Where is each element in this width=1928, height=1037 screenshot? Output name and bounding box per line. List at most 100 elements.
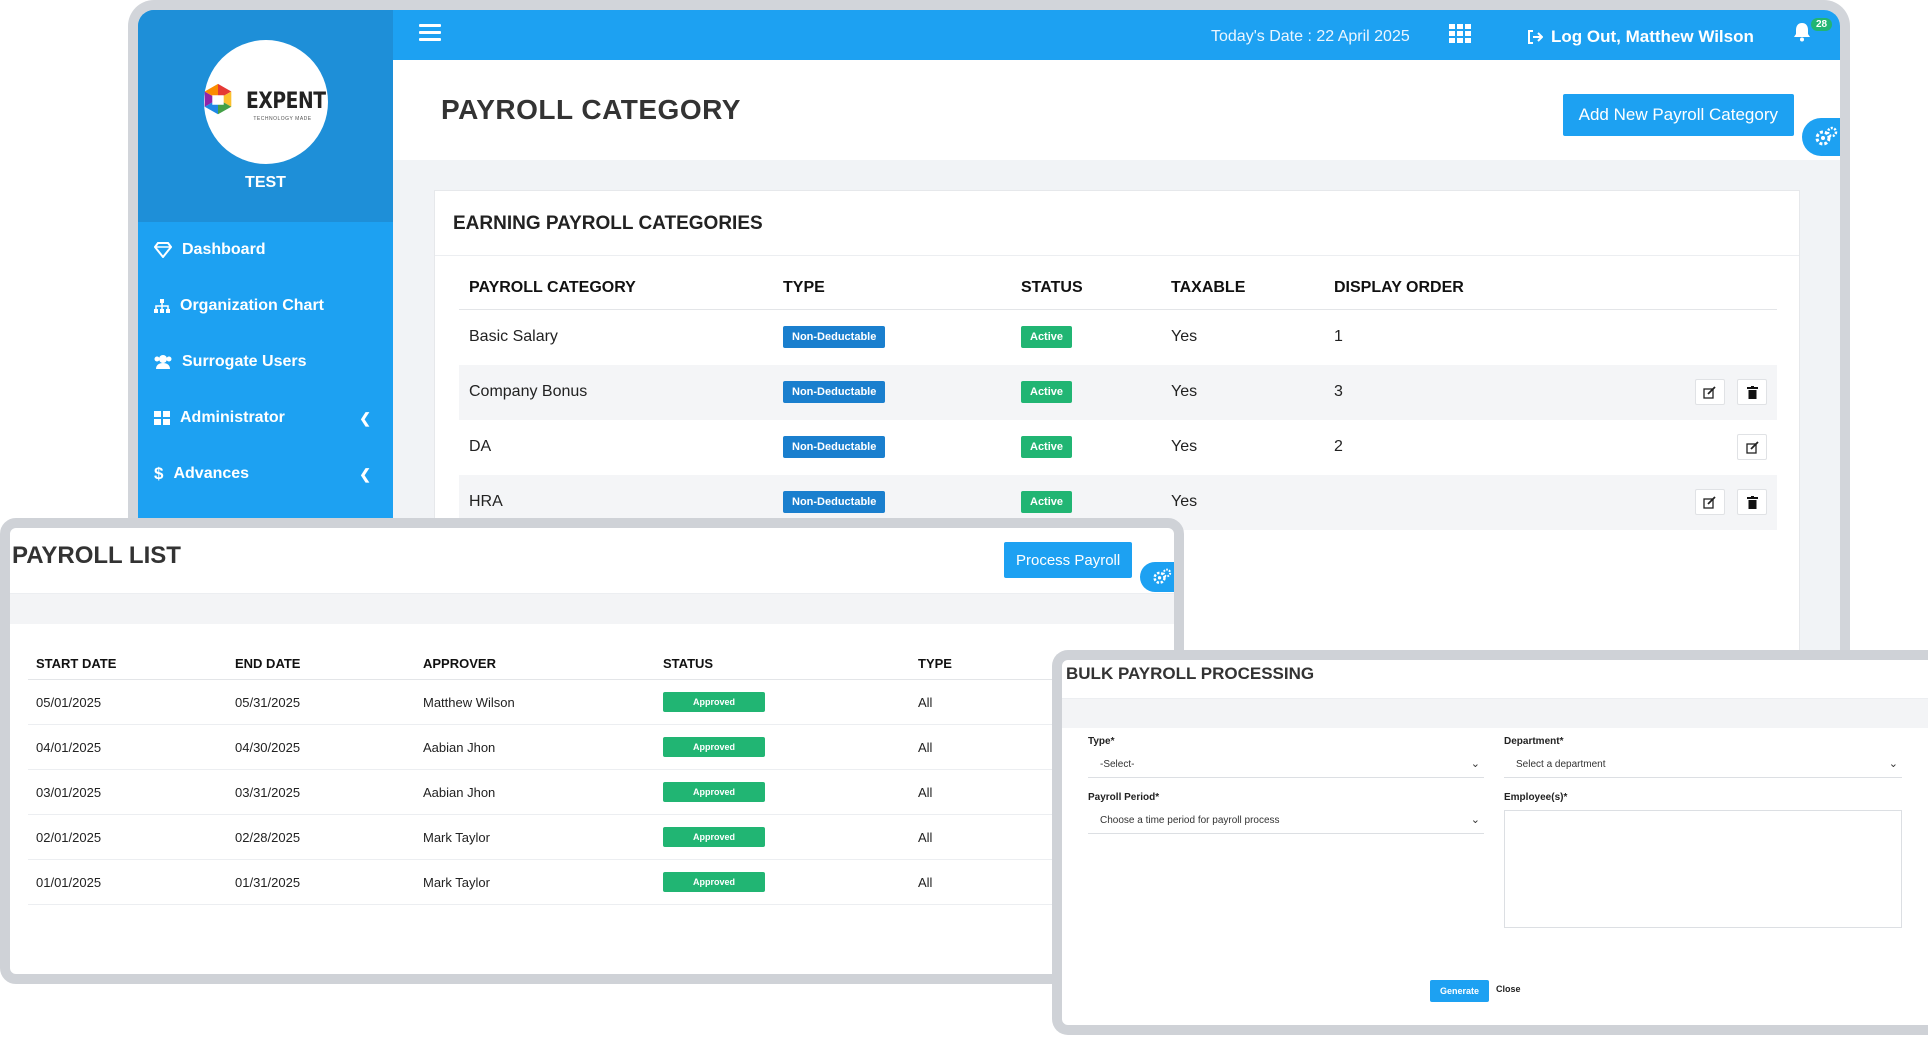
row-actions (1524, 310, 1777, 365)
status-badge: Approved (663, 782, 765, 802)
column-header[interactable]: APPROVER (415, 656, 655, 680)
settings-fab[interactable] (1802, 118, 1840, 156)
sidebar-item-label: Administrator (180, 409, 285, 426)
type-select[interactable]: -Select- ⌄ (1088, 752, 1484, 778)
approver: Mark Taylor (415, 859, 655, 905)
top-bar: Today's Date : 22 April 2025 Log Out, Ma… (393, 10, 1840, 60)
edit-button[interactable] (1694, 379, 1725, 405)
end-date: 03/31/2025 (227, 769, 415, 815)
sidebar-item-dashboard[interactable]: Dashboard (138, 222, 393, 278)
column-header[interactable]: DISPLAY ORDER (1324, 279, 1524, 310)
type-badge: Non-Deductable (783, 381, 886, 403)
delete-button[interactable] (1737, 489, 1767, 515)
status-badge: Active (1021, 436, 1073, 458)
sign-out-icon (1528, 30, 1543, 44)
chevron-left-icon: ❮ (359, 409, 371, 426)
actions-header (1524, 279, 1777, 310)
display-order: 2 (1334, 438, 1343, 455)
column-header[interactable]: END DATE (227, 656, 415, 680)
employees-field[interactable] (1504, 810, 1902, 928)
generate-button[interactable]: Generate (1430, 980, 1490, 1002)
payroll-list-window: PAYROLL LIST Process Payroll START DATE … (0, 518, 1184, 984)
toolbar-band (1062, 698, 1928, 728)
table-row[interactable]: 04/01/2025 04/30/2025 Aabian Jhon Approv… (28, 724, 1068, 770)
end-date: 02/28/2025 (227, 814, 415, 860)
payroll-list-table: START DATE END DATE APPROVER STATUS TYPE… (28, 656, 1068, 905)
sidebar-nav: Dashboard Organization Chart Surrogate U… (138, 222, 393, 502)
column-header[interactable]: TAXABLE (1161, 279, 1324, 310)
type-badge: Non-Deductable (783, 326, 886, 349)
sidebar-item-surrogate-users[interactable]: Surrogate Users (138, 334, 393, 390)
approver: Aabian Jhon (415, 724, 655, 770)
logout-link[interactable]: Log Out, Matthew Wilson (1527, 27, 1754, 47)
column-header[interactable]: PAYROLL CATEGORY (459, 279, 773, 310)
bulk-payroll-window: BULK PAYROLL PROCESSING Type* -Select- ⌄… (1052, 650, 1928, 1035)
taxable-value: Yes (1161, 474, 1324, 530)
todays-date: Today's Date : 22 April 2025 (1211, 28, 1410, 45)
column-header[interactable]: STATUS (1011, 279, 1161, 310)
users-icon (154, 355, 172, 369)
status-badge: Approved (663, 737, 765, 757)
chevron-down-icon: ⌄ (1470, 758, 1480, 770)
type-badge: Non-Deductable (783, 491, 886, 513)
edit-button[interactable] (1737, 434, 1767, 460)
company-logo[interactable]: EXPENT TECHNOLOGY MADE (203, 40, 328, 164)
settings-fab[interactable] (1140, 562, 1174, 592)
close-button[interactable]: Close (1496, 984, 1521, 994)
dollar-icon: $ (154, 464, 164, 483)
payroll-type: All (910, 679, 1068, 725)
approver: Matthew Wilson (415, 679, 655, 725)
display-order: 1 (1334, 328, 1343, 346)
status-badge: Active (1021, 491, 1073, 513)
column-header[interactable]: STATUS (655, 656, 910, 680)
earning-categories-table: PAYROLL CATEGORY TYPE STATUS TAXABLE DIS… (459, 279, 1777, 530)
display-order (1324, 474, 1524, 530)
edit-icon (1745, 440, 1759, 454)
category-name: Company Bonus (459, 364, 773, 420)
toolbar-band (10, 594, 1174, 624)
end-date: 04/30/2025 (227, 724, 415, 770)
payroll-type: All (910, 724, 1068, 770)
add-payroll-category-button[interactable]: Add New Payroll Category (1562, 94, 1794, 136)
gears-icon (1815, 126, 1838, 146)
department-label: Department* (1504, 736, 1564, 747)
edit-button[interactable] (1694, 489, 1725, 515)
bulk-payroll-title: BULK PAYROLL PROCESSING (1066, 664, 1315, 683)
bell-icon[interactable] (1793, 22, 1811, 42)
sidebar-item-administrator[interactable]: Administrator ❮ (138, 390, 393, 446)
table-row[interactable]: 05/01/2025 05/31/2025 Matthew Wilson App… (28, 679, 1068, 725)
column-header[interactable]: START DATE (28, 656, 227, 680)
trash-icon (1746, 385, 1758, 399)
start-date: 04/01/2025 (28, 724, 227, 770)
table-row[interactable]: 01/01/2025 01/31/2025 Mark Taylor Approv… (28, 859, 1068, 905)
sidebar-item-advances[interactable]: $ Advances ❮ (138, 446, 393, 502)
menu-toggle-icon[interactable] (419, 24, 441, 45)
divider (435, 255, 1799, 256)
process-payroll-button[interactable]: Process Payroll (1004, 542, 1133, 578)
edit-icon (1703, 495, 1716, 509)
sidebar-item-label: Organization Chart (180, 297, 325, 314)
sidebar-header: EXPENT TECHNOLOGY MADE TEST (138, 10, 393, 222)
type-select-value: -Select- (1100, 759, 1135, 770)
sidebar-item-organization-chart[interactable]: Organization Chart (138, 278, 393, 334)
gears-icon (1153, 568, 1172, 584)
page-header: PAYROLL CATEGORY Add New Payroll Categor… (393, 60, 1840, 160)
table-row[interactable]: 03/01/2025 03/31/2025 Aabian Jhon Approv… (28, 769, 1068, 815)
sidebar-item-label: Dashboard (182, 241, 266, 258)
category-name: DA (469, 438, 492, 455)
table-header-row: PAYROLL CATEGORY TYPE STATUS TAXABLE DIS… (459, 279, 1777, 310)
status-badge: Active (1021, 326, 1073, 349)
column-header[interactable]: TYPE (910, 656, 1068, 680)
apps-grid-icon[interactable] (1449, 24, 1471, 44)
logo-tagline: TECHNOLOGY MADE (253, 116, 312, 122)
taxable-value: Yes (1171, 438, 1198, 455)
department-select[interactable]: Select a department ⌄ (1504, 752, 1902, 778)
start-date: 03/01/2025 (28, 769, 227, 815)
org-name: TEST (245, 174, 286, 191)
column-header[interactable]: TYPE (773, 279, 1011, 310)
notification-count-badge: 28 (1811, 18, 1833, 31)
table-row[interactable]: 02/01/2025 02/28/2025 Mark Taylor Approv… (28, 814, 1068, 860)
end-date: 01/31/2025 (227, 859, 415, 905)
delete-button[interactable] (1737, 379, 1767, 405)
payroll-period-select[interactable]: Choose a time period for payroll process… (1088, 808, 1484, 834)
